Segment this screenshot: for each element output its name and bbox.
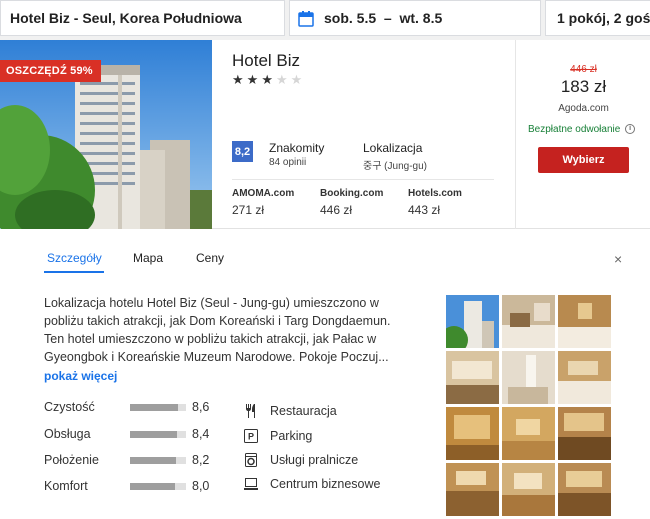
rooms-text: 1 pokój, 2 goście (557, 10, 650, 26)
price-provider: Agoda.com (558, 103, 609, 114)
score-value: 8,6 (192, 400, 210, 414)
price-column: 446 zł 183 zł Agoda.com Bezpłatne odwoła… (515, 40, 650, 229)
gallery-thumbnail[interactable] (446, 351, 499, 404)
score-label: Obsługa (44, 427, 91, 441)
star-rating: ★★★★★ (232, 72, 305, 88)
score-bar-fill (130, 404, 179, 411)
score-row: Czystość 8,6 (44, 400, 224, 420)
business-center-icon (244, 477, 258, 491)
score-bar-fill (130, 483, 175, 490)
ota-price: 271 zł (232, 203, 265, 217)
location-value: 중구 (Jung-gu) (363, 161, 427, 172)
hotel-info: Hotel Biz ★★★★★ 8,2 Znakomity 84 opinii … (212, 40, 515, 229)
restaurant-icon (244, 404, 258, 418)
score-bar (130, 404, 186, 411)
search-bar: Hotel Biz - Seul, Korea Południowa sob. … (0, 0, 650, 40)
score-value: 8,4 (192, 427, 210, 441)
amenity-item: Restauracja (244, 401, 337, 421)
score-row: Obsługa 8,4 (44, 427, 224, 447)
score-bar (130, 483, 186, 490)
gallery-thumbnail[interactable] (502, 463, 555, 516)
hotel-name[interactable]: Hotel Biz (232, 51, 300, 71)
gallery-thumbnail[interactable] (502, 351, 555, 404)
location-text: Hotel Biz - Seul, Korea Południowa (10, 10, 242, 26)
tab-map[interactable]: Mapa (133, 251, 163, 265)
select-button[interactable]: Wybierz (538, 147, 629, 173)
star-icon: ★ (232, 72, 247, 87)
score-value: 8,0 (192, 479, 210, 493)
old-price: 446 zł (570, 64, 597, 75)
score-bar (130, 457, 186, 464)
score-row: Komfort 8,0 (44, 479, 224, 499)
star-icon: ★ (246, 72, 262, 87)
ota-price: 446 zł (320, 203, 353, 217)
calendar-icon (298, 10, 314, 27)
amenity-item: Centrum biznesowe (244, 474, 380, 494)
hotel-card[interactable]: OSZCZĘDŹ 59% Hotel Biz ★★★★★ 8,2 Znakomi… (0, 40, 650, 229)
active-tab-indicator (44, 271, 104, 273)
info-icon[interactable]: i (625, 124, 636, 135)
amenity-item: Usługi pralnicze (244, 450, 358, 470)
show-more-link[interactable]: pokaż więcej (44, 369, 117, 383)
amenity-label: Centrum biznesowe (270, 477, 381, 491)
dates-field[interactable]: sob. 5.5 – wt. 8.5 (289, 0, 541, 36)
location-field[interactable]: Hotel Biz - Seul, Korea Południowa (0, 0, 285, 36)
rooms-field[interactable]: 1 pokój, 2 goście (545, 0, 650, 36)
ota-offer[interactable]: Hotels.com 443 zł (408, 188, 462, 217)
free-cancellation-label: Bezpłatne odwołanie (528, 124, 621, 135)
star-icon: ★ (261, 72, 276, 87)
gallery-thumbnail[interactable] (446, 295, 499, 348)
score-bar (130, 431, 186, 438)
gallery-thumbnail[interactable] (558, 463, 611, 516)
score-label: Komfort (44, 479, 88, 493)
svg-text:P: P (248, 432, 254, 442)
gallery-thumbnail[interactable] (502, 295, 555, 348)
star-icon: ★ (290, 72, 306, 87)
details-panel: Szczegóły Mapa Ceny × Lokalizacja hotelu… (0, 229, 650, 519)
gallery-thumbnail[interactable] (446, 463, 499, 516)
ota-name: Hotels.com (408, 188, 462, 199)
score-value: 8,2 (192, 453, 210, 467)
review-count[interactable]: 84 opinii (269, 157, 306, 168)
laundry-icon (244, 453, 258, 467)
tab-bar: Szczegóły Mapa Ceny × (0, 229, 650, 273)
location-label: Lokalizacja (363, 141, 423, 155)
gallery-thumbnail[interactable] (558, 351, 611, 404)
free-cancellation: Bezpłatne odwołanie i (528, 124, 636, 135)
ota-name: AMOMA.com (232, 188, 295, 199)
score-row: Położenie 8,2 (44, 453, 224, 473)
ota-offer[interactable]: AMOMA.com 271 zł (232, 188, 294, 217)
score-bar-fill (130, 457, 176, 464)
divider (232, 179, 494, 180)
gallery-thumbnail[interactable] (558, 407, 611, 460)
close-icon[interactable]: × (614, 251, 622, 267)
gallery-thumbnail[interactable] (502, 407, 555, 460)
hotel-description: Lokalizacja hotelu Hotel Biz (Seul - Jun… (44, 296, 391, 364)
tab-details[interactable]: Szczegóły (47, 251, 102, 265)
ota-name: Booking.com (320, 188, 384, 199)
gallery-thumbnail[interactable] (446, 407, 499, 460)
parking-icon: P (244, 429, 258, 443)
dates-text: sob. 5.5 – wt. 8.5 (324, 10, 443, 26)
score-label: Czystość (44, 400, 95, 414)
amenity-item: P Parking (244, 426, 312, 446)
tab-prices[interactable]: Ceny (196, 251, 224, 265)
score-bar-fill (130, 431, 178, 438)
amenity-label: Usługi pralnicze (270, 453, 359, 467)
amenity-label: Parking (270, 429, 313, 443)
score-label: Położenie (44, 453, 99, 467)
amenity-label: Restauracja (270, 404, 337, 418)
discount-badge: OSZCZĘDŹ 59% (0, 60, 101, 82)
rating-score: 8,2 (232, 141, 253, 162)
star-icon: ★ (275, 72, 291, 87)
hotel-photo[interactable]: OSZCZĘDŹ 59% (0, 40, 212, 229)
gallery-thumbnail[interactable] (558, 295, 611, 348)
rating-label: Znakomity (269, 141, 325, 155)
ota-price: 443 zł (408, 203, 441, 217)
ota-offer[interactable]: Booking.com 446 zł (320, 188, 383, 217)
current-price: 183 zł (560, 77, 607, 96)
